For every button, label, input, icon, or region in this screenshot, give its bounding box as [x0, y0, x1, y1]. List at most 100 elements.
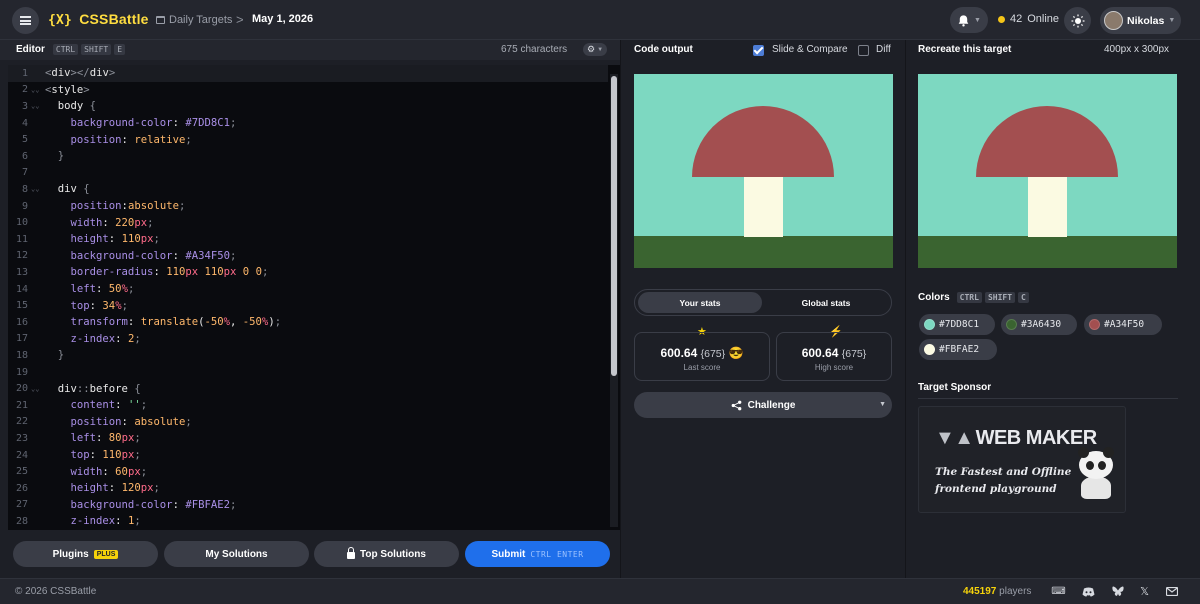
diff-checkbox[interactable]: [858, 45, 869, 56]
gear-icon: ⚙: [586, 44, 596, 54]
x-icon[interactable]: 𝕏: [1138, 585, 1151, 598]
keyboard-icon[interactable]: ⌨: [1051, 585, 1065, 598]
fold-chevron-icon[interactable]: ⌄⌄: [28, 86, 45, 94]
line-number: 21: [15, 399, 28, 411]
code-line[interactable]: 16 transform: translate(-50%, -50%);: [8, 314, 608, 331]
line-number: 15: [15, 300, 28, 312]
code-line[interactable]: 28 z-index: 1;: [8, 513, 608, 530]
notifications-button[interactable]: ▼: [950, 7, 988, 33]
logo[interactable]: {X} CSSBattle: [48, 11, 149, 28]
code-line[interactable]: 14 left: 50%;: [8, 281, 608, 298]
color-swatch: [924, 319, 935, 330]
code-line[interactable]: 13 border-radius: 110px 110px 0 0;: [8, 264, 608, 281]
code-line[interactable]: 5 position: relative;: [8, 131, 608, 148]
my-solutions-button[interactable]: My Solutions: [164, 541, 309, 567]
line-number: 28: [15, 515, 28, 527]
user-menu-button[interactable]: Nikolas ▼: [1100, 7, 1181, 34]
slide-compare-checkbox[interactable]: [753, 45, 764, 56]
breadcrumb-daily-targets[interactable]: Daily Targets: [156, 14, 232, 26]
code-output-canvas[interactable]: [634, 74, 893, 268]
top-bar: {X} CSSBattle Daily Targets > May 1, 202…: [0, 0, 1200, 40]
line-number: 5: [21, 134, 28, 146]
code-editor[interactable]: 1 <div></div> 2 ⌄⌄ <style> 3 ⌄⌄ body {4 backgr…: [8, 65, 620, 530]
sponsor-title: Target Sponsor: [918, 382, 992, 393]
editor-scrollbar-thumb[interactable]: [611, 76, 617, 376]
sponsor-banner[interactable]: ▼▲ WEB MAKER The Fastest and Offline fron…: [918, 406, 1126, 513]
editor-settings-button[interactable]: ⚙ ▼: [583, 43, 607, 56]
submit-button[interactable]: Submit CTRL ENTER: [465, 541, 610, 567]
submit-label: Submit: [491, 548, 526, 560]
lock-icon: [347, 547, 356, 559]
code-line[interactable]: 25 width: 60px;: [8, 463, 608, 480]
players-number: 445197: [963, 586, 997, 597]
code-line[interactable]: 21 content: '';: [8, 397, 608, 414]
panel-divider[interactable]: [905, 40, 906, 578]
colors-title-group: Colors CTRL SHIFT C: [918, 292, 1029, 303]
shortcut-key: C: [1018, 292, 1029, 303]
line-number: 7: [21, 167, 28, 179]
panel-divider[interactable]: [620, 40, 621, 578]
color-chip[interactable]: #FBFAE2: [919, 339, 997, 360]
code-line[interactable]: 6 }: [8, 148, 608, 165]
line-number: 6: [21, 150, 28, 162]
color-chip[interactable]: #7DD8C1: [919, 314, 995, 335]
code-line[interactable]: 7: [8, 165, 608, 182]
code-text: top: 34%;: [70, 299, 128, 312]
discord-icon[interactable]: [1082, 585, 1095, 598]
code-line[interactable]: 4 background-color: #7DD8C1;: [8, 115, 608, 132]
code-line[interactable]: 2 ⌄⌄ <style>: [8, 82, 608, 99]
color-code: #7DD8C1: [939, 319, 980, 330]
code-line[interactable]: 12 background-color: #A34F50;: [8, 248, 608, 265]
code-line[interactable]: 27 background-color: #FBFAE2;: [8, 497, 608, 514]
code-line[interactable]: 23 left: 80px;: [8, 430, 608, 447]
code-line[interactable]: 22 position: absolute;: [8, 414, 608, 431]
code-line[interactable]: 19: [8, 364, 608, 381]
sponsor-tagline: The Fastest and Offline frontend playgro…: [935, 466, 1072, 495]
diff-label[interactable]: Diff: [876, 44, 891, 55]
top-solutions-button[interactable]: Top Solutions: [314, 541, 459, 567]
code-text: body {: [45, 100, 97, 113]
code-line[interactable]: 24 top: 110px;: [8, 447, 608, 464]
code-text: left: 50%;: [70, 283, 135, 296]
last-score-label: Last score: [683, 363, 721, 372]
code-line[interactable]: 11 height: 110px;: [8, 231, 608, 248]
line-number: 20: [15, 383, 28, 395]
fold-chevron-icon[interactable]: ⌄⌄: [28, 185, 45, 193]
theme-toggle-button[interactable]: [1064, 7, 1091, 34]
color-chip[interactable]: #A34F50: [1084, 314, 1162, 335]
color-swatch: [1089, 319, 1100, 330]
code-line[interactable]: 18 }: [8, 347, 608, 364]
webmaker-mark-icon: ▼▲: [935, 427, 974, 449]
fold-chevron-icon[interactable]: ⌄⌄: [28, 385, 45, 393]
menu-button[interactable]: [12, 7, 39, 34]
code-line[interactable]: 17 z-index: 2;: [8, 331, 608, 348]
slide-compare-label[interactable]: Slide & Compare: [772, 44, 848, 55]
code-line[interactable]: 1 <div></div>: [8, 65, 608, 82]
tab-global-stats[interactable]: Global stats: [764, 292, 888, 313]
chevron-down-icon[interactable]: ▼: [879, 401, 886, 408]
editor-scrollbar[interactable]: [610, 74, 618, 527]
code-line[interactable]: 3 ⌄⌄ body {: [8, 98, 608, 115]
mail-icon[interactable]: [1165, 585, 1178, 598]
code-text: }: [57, 349, 65, 362]
color-chip[interactable]: #3A6430: [1001, 314, 1077, 335]
avatar: [1104, 11, 1123, 30]
bluesky-icon[interactable]: [1111, 585, 1124, 598]
challenge-button[interactable]: Challenge ▼: [634, 392, 892, 418]
tab-your-stats[interactable]: Your stats: [638, 292, 762, 313]
code-text: <div></div>: [45, 67, 116, 80]
fold-chevron-icon[interactable]: ⌄⌄: [28, 102, 45, 110]
breadcrumb-section-label: Daily Targets: [169, 14, 233, 26]
code-line[interactable]: 8 ⌄⌄ div {: [8, 181, 608, 198]
code-line[interactable]: 9 position:absolute;: [8, 198, 608, 215]
line-number: 18: [15, 349, 28, 361]
submit-shortcut: CTRL ENTER: [530, 549, 584, 559]
code-line[interactable]: 20 ⌄⌄ div::before {: [8, 380, 608, 397]
plugins-button[interactable]: Plugins PLUS: [13, 541, 158, 567]
line-number: 13: [15, 266, 28, 278]
code-line[interactable]: 10 width: 220px;: [8, 214, 608, 231]
target-image[interactable]: [918, 74, 1177, 268]
app: {X} CSSBattle Daily Targets > May 1, 202…: [0, 0, 1200, 604]
code-line[interactable]: 26 height: 120px;: [8, 480, 608, 497]
code-line[interactable]: 15 top: 34%;: [8, 297, 608, 314]
